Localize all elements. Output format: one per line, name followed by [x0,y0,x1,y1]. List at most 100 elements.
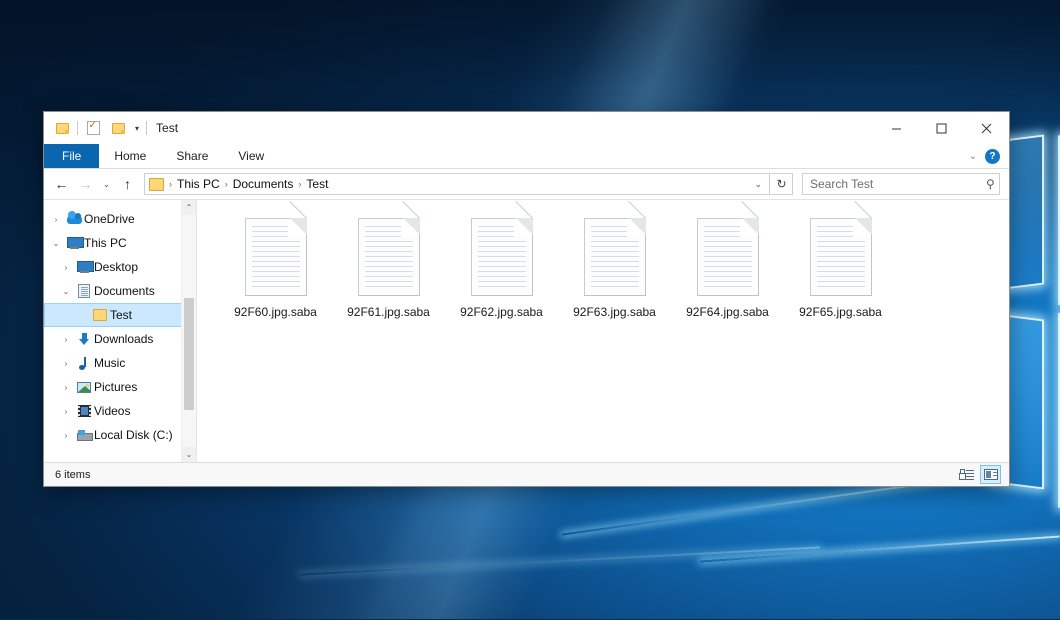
sidebar-item-label: Videos [94,404,130,418]
generic-document-icon [810,218,872,296]
up-button[interactable]: ↑ [116,173,139,196]
disk-icon [74,430,94,441]
tab-file[interactable]: File [44,144,99,168]
cloud-icon [64,214,84,224]
list-item[interactable]: 92F61.jpg.saba [332,214,445,334]
folder-icon [90,309,110,321]
back-button[interactable]: ← [50,173,73,196]
window-body: › OneDrive ⌄ This PC › Desktop ⌄ Documen… [44,199,1009,462]
generic-document-icon [358,218,420,296]
sidebar-item-documents[interactable]: ⌄ Documents [44,279,196,303]
scroll-down-icon[interactable]: ⌄ [182,447,196,462]
breadcrumb[interactable]: › This PC › Documents › Test ⌄ [144,173,770,195]
address-dropdown-icon[interactable]: ⌄ [749,179,767,190]
status-bar: 6 items [44,462,1009,486]
item-count-label: 6 items [55,469,90,481]
breadcrumb-item-test[interactable]: Test [302,177,332,191]
scroll-up-icon[interactable]: ⌃ [182,200,196,215]
minimize-icon [891,123,902,134]
quick-access-toolbar: ▾ [52,118,147,138]
file-name: 92F63.jpg.saba [573,305,656,319]
expander-icon[interactable]: ⌄ [48,239,64,248]
address-bar: ← → ⌄ ↑ › This PC › Documents › Test ⌄ ↻… [44,169,1009,199]
sidebar-item-downloads[interactable]: › Downloads [44,327,196,351]
navigation-scrollbar[interactable]: ⌃ ⌄ [181,200,196,462]
refresh-button[interactable]: ↻ [771,173,793,195]
new-folder-icon[interactable] [108,118,128,138]
scrollbar-thumb[interactable] [184,298,194,410]
generic-document-icon [245,218,307,296]
expander-icon[interactable]: › [58,263,74,272]
sidebar-item-label: Desktop [94,260,138,274]
sidebar-item-desktop[interactable]: › Desktop [44,255,196,279]
list-item[interactable]: 92F60.jpg.saba [219,214,332,334]
recent-locations-button[interactable]: ⌄ [98,173,115,196]
breadcrumb-item-this-pc[interactable]: This PC [173,177,224,191]
breadcrumb-item-documents[interactable]: Documents [229,177,298,191]
tab-view[interactable]: View [223,144,279,168]
list-item[interactable]: 92F64.jpg.saba [671,214,784,334]
expander-icon[interactable]: › [58,431,74,440]
search-box[interactable]: Search Test ⚲ [802,173,1000,195]
expander-icon[interactable]: › [58,359,74,368]
file-name: 92F64.jpg.saba [686,305,769,319]
videos-icon [74,405,94,417]
list-item[interactable]: 92F63.jpg.saba [558,214,671,334]
folder-icon[interactable] [52,118,72,138]
sidebar-item-label: OneDrive [84,212,135,226]
downloads-icon [74,333,94,346]
window-controls [874,112,1009,144]
tab-share[interactable]: Share [161,144,223,168]
sidebar-item-label: Pictures [94,380,137,394]
window-title: Test [156,121,178,135]
maximize-button[interactable] [919,112,964,144]
help-icon[interactable]: ? [985,149,1000,164]
sidebar-item-label: This PC [84,236,127,250]
properties-icon[interactable] [83,118,103,138]
expander-icon[interactable]: › [58,383,74,392]
list-item[interactable]: 92F65.jpg.saba [784,214,897,334]
close-icon [981,123,992,134]
tab-home[interactable]: Home [99,144,161,168]
sidebar-item-onedrive[interactable]: › OneDrive [44,207,196,231]
expander-icon[interactable]: ⌄ [58,287,74,296]
title-bar: ▾ Test [44,112,1009,144]
generic-document-icon [697,218,759,296]
large-icons-view-button[interactable] [980,465,1001,484]
file-explorer-window: ▾ Test File Home [43,111,1010,487]
file-list-view[interactable]: 92F60.jpg.saba 92F61.jpg.saba 92F62.jpg.… [196,200,1009,462]
forward-button[interactable]: → [74,173,97,196]
details-view-button[interactable] [956,465,977,484]
sidebar-item-pictures[interactable]: › Pictures [44,375,196,399]
chevron-down-icon[interactable]: ⌄ [969,151,977,162]
sidebar-item-local-disk[interactable]: › Local Disk (C:) [44,423,196,447]
file-name: 92F65.jpg.saba [799,305,882,319]
ribbon-tab-bar: File Home Share View ⌄ ? [44,144,1009,169]
sidebar-item-label: Downloads [94,332,153,346]
list-item[interactable]: 92F62.jpg.saba [445,214,558,334]
desktop-icon [74,261,94,273]
qat-separator-2 [146,121,147,135]
maximize-icon [936,123,947,134]
sidebar-item-label: Music [94,356,125,370]
sidebar-item-test[interactable]: Test [44,303,196,327]
pc-icon [64,237,84,249]
file-name: 92F62.jpg.saba [460,305,543,319]
expander-icon[interactable]: › [58,407,74,416]
minimize-button[interactable] [874,112,919,144]
close-button[interactable] [964,112,1009,144]
expander-icon[interactable]: › [58,335,74,344]
navigation-pane: › OneDrive ⌄ This PC › Desktop ⌄ Documen… [44,200,196,462]
qat-separator-1 [77,121,78,135]
sidebar-item-videos[interactable]: › Videos [44,399,196,423]
sidebar-item-this-pc[interactable]: ⌄ This PC [44,231,196,255]
sidebar-item-label: Local Disk (C:) [94,428,173,442]
pictures-icon [74,382,94,393]
sidebar-item-music[interactable]: › Music [44,351,196,375]
search-icon[interactable]: ⚲ [986,177,995,191]
view-mode-buttons [956,465,1001,484]
search-input[interactable]: Search Test [810,177,986,191]
generic-document-icon [584,218,646,296]
expander-icon[interactable]: › [48,215,64,224]
customize-chevron-icon[interactable]: ▾ [133,124,141,133]
